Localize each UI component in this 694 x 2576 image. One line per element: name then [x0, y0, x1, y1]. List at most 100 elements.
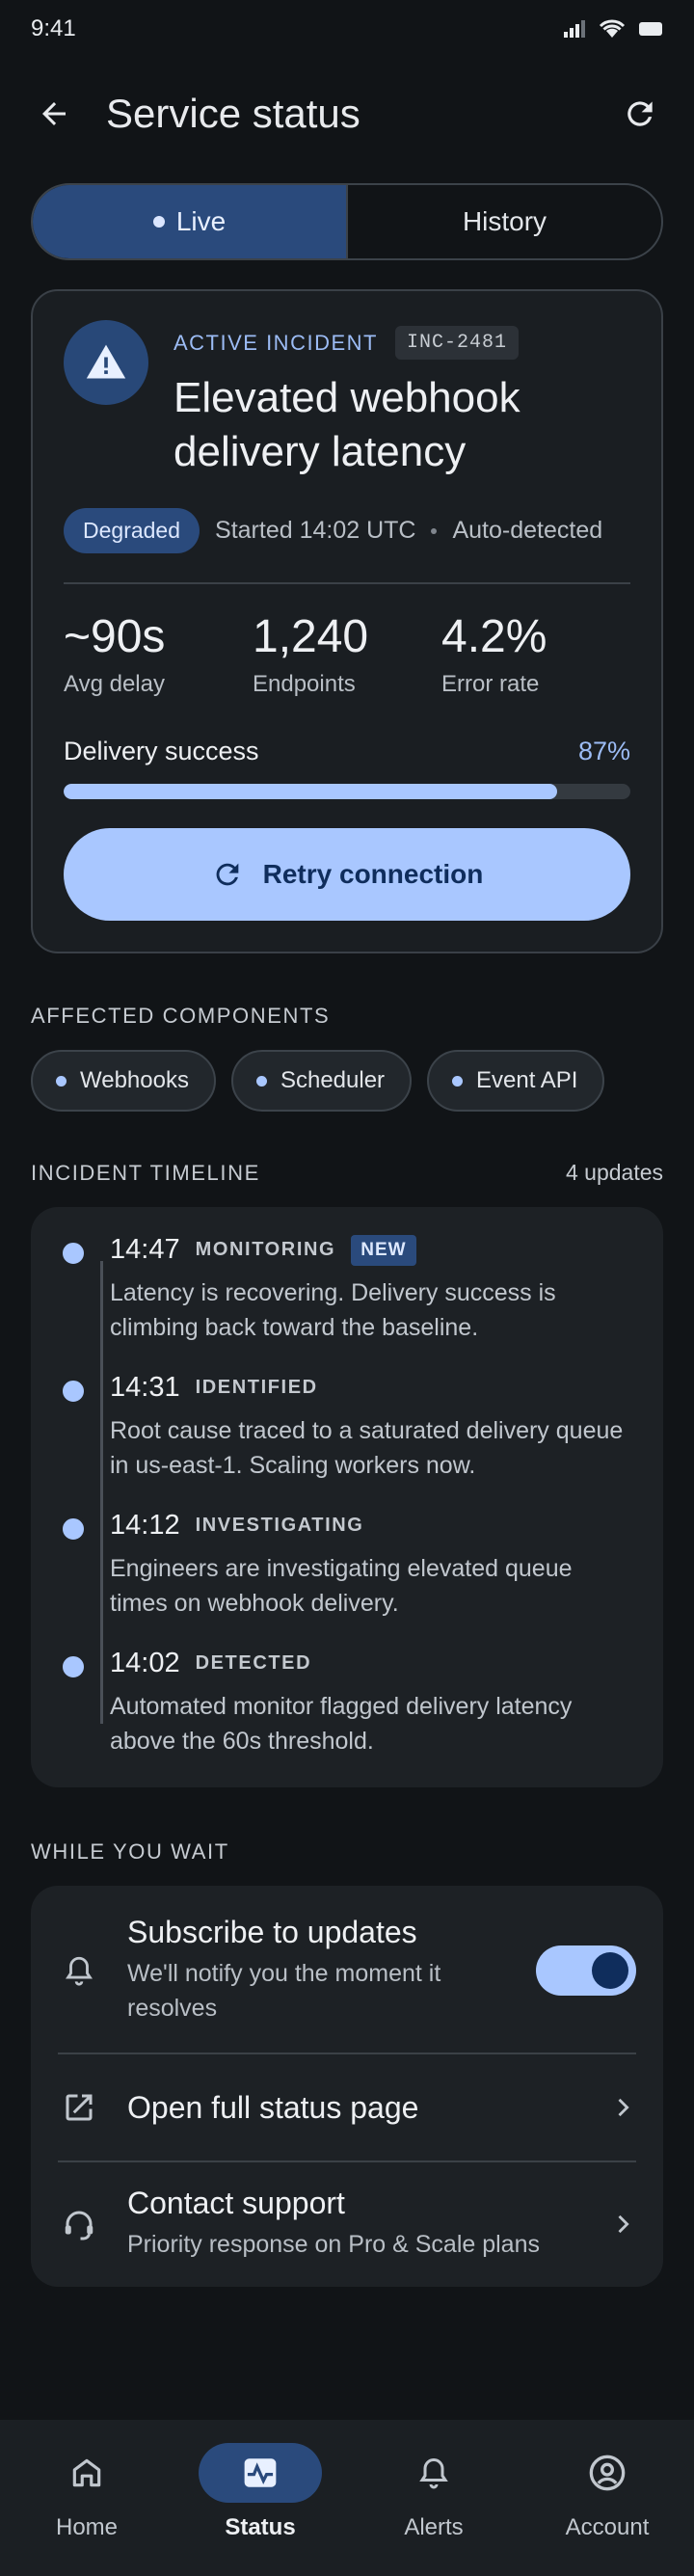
- incident-heading: ACTIVE INCIDENT INC-2481 Elevated webhoo…: [174, 320, 630, 479]
- timeline-text: Engineers are investigating elevated que…: [110, 1555, 573, 1617]
- stat-label: Error rate: [441, 671, 540, 697]
- account-icon: [546, 2443, 669, 2503]
- timeline-entry: 14:47 MONITORING NEW Latency is recoveri…: [60, 1234, 634, 1345]
- stat-avg-delay: ~90s Avg delay: [64, 609, 253, 698]
- timeline-entry-head: 14:02 DETECTED: [110, 1648, 634, 1679]
- timeline-time: 14:47: [110, 1234, 180, 1265]
- back-button[interactable]: [29, 89, 79, 139]
- chevron-right-icon: [618, 2098, 629, 2117]
- view-tabs: Live History: [31, 183, 663, 260]
- stat-value: 1,240: [253, 611, 369, 662]
- wait-card: Subscribe to updates We'll notify you th…: [31, 1886, 663, 2287]
- external-link-icon: [58, 2090, 100, 2125]
- timeline-text: Automated monitor flagged delivery laten…: [110, 1693, 573, 1755]
- timeline-dot-icon: [60, 1516, 87, 1543]
- nav-home[interactable]: Home: [0, 2443, 174, 2576]
- nav-account[interactable]: Account: [520, 2443, 694, 2576]
- subscribe-title: Subscribe to updates: [127, 1915, 417, 1949]
- timeline-dot-icon: [60, 1653, 87, 1680]
- component-chips: Webhooks Scheduler Event API: [0, 1050, 694, 1112]
- stat-endpoints: 1,240 Endpoints: [253, 609, 441, 698]
- incident-header: ACTIVE INCIDENT INC-2481 Elevated webhoo…: [64, 320, 630, 479]
- nav-label: Alerts: [404, 2514, 464, 2540]
- timeline-dot-icon: [60, 1378, 87, 1405]
- subscribe-subtitle: We'll notify you the moment it resolves: [127, 1960, 441, 2022]
- nav-label: Home: [55, 2514, 119, 2540]
- tab-live[interactable]: Live: [33, 185, 346, 258]
- chip-label: Scheduler: [280, 1067, 386, 1093]
- refresh-icon: [216, 863, 238, 886]
- timeline-text: Root cause traced to a saturated deliver…: [110, 1417, 624, 1479]
- status-icons: [563, 18, 663, 40]
- timeline-entry: 14:12 INVESTIGATING Engineers are invest…: [60, 1510, 634, 1621]
- home-icon: [25, 2443, 148, 2503]
- status-page-text: Open full status page: [127, 2090, 582, 2126]
- incident-started: Started 14:02 UTC: [215, 517, 416, 544]
- stat-value: ~90s: [64, 611, 166, 662]
- timeline-entry-body: 14:12 INVESTIGATING Engineers are invest…: [110, 1510, 634, 1621]
- tab-history[interactable]: History: [348, 185, 661, 258]
- component-chip-event-api[interactable]: Event API: [427, 1050, 605, 1112]
- progress-label: Delivery success: [64, 737, 259, 765]
- stat-value: 4.2%: [441, 611, 547, 662]
- timeline-text: Latency is recovering. Delivery success …: [110, 1279, 556, 1341]
- app-bar: Service status: [0, 58, 694, 170]
- tab-history-label: History: [462, 206, 547, 236]
- status-bar: 9:41: [0, 0, 694, 58]
- signal-icon: [564, 20, 585, 38]
- chip-label: Webhooks: [80, 1067, 189, 1093]
- support-subtitle: Priority response on Pro & Scale plans: [127, 2231, 540, 2258]
- timeline-entry-body: 14:02 DETECTED Automated monitor flagged…: [110, 1648, 634, 1758]
- nav-alerts[interactable]: Alerts: [347, 2443, 520, 2576]
- separator-dot: [431, 527, 438, 534]
- incident-source: Auto-detected: [452, 517, 603, 544]
- incident-title: Elevated webhook delivery latency: [174, 374, 520, 475]
- component-chip-scheduler[interactable]: Scheduler: [230, 1050, 413, 1112]
- wait-heading: WHILE YOU WAIT: [31, 1839, 229, 1864]
- nav-label: Account: [565, 2514, 650, 2540]
- wait-header: WHILE YOU WAIT: [0, 1839, 694, 1865]
- page-title: Service status: [106, 91, 360, 136]
- timeline-dot-icon: [60, 1240, 87, 1267]
- retry-label: Retry connection: [262, 859, 484, 889]
- component-chip-webhooks[interactable]: Webhooks: [31, 1050, 216, 1112]
- components-heading: AFFECTED COMPONENTS: [31, 1004, 331, 1028]
- headset-icon: [58, 2207, 100, 2241]
- timeline-count: 4 updates: [565, 1160, 663, 1185]
- timeline-entry-head: 14:47 MONITORING NEW: [110, 1234, 634, 1266]
- arrow-left-icon: [42, 102, 66, 125]
- support-row[interactable]: Contact support Priority response on Pro…: [58, 2160, 636, 2287]
- status-dot-icon: [452, 1075, 464, 1087]
- progress-fill: [64, 784, 557, 799]
- nav-status[interactable]: Status: [174, 2443, 347, 2576]
- subscribe-toggle[interactable]: [536, 1945, 636, 1996]
- retry-connection-button[interactable]: Retry connection: [64, 828, 630, 921]
- bell-icon: [58, 1953, 100, 1988]
- status-dot-icon: [255, 1075, 267, 1087]
- bottom-nav: Home Status Alerts Account: [0, 2420, 694, 2576]
- delivery-progress-bar: [64, 784, 630, 799]
- status-page-row[interactable]: Open full status page: [58, 2053, 636, 2160]
- warning-badge: [64, 320, 148, 405]
- chip-label: Event API: [476, 1067, 578, 1093]
- stat-label: Avg delay: [64, 671, 165, 697]
- subscribe-row[interactable]: Subscribe to updates We'll notify you th…: [58, 1886, 636, 2053]
- stat-error-rate: 4.2% Error rate: [441, 609, 630, 698]
- delivery-progress-header: Delivery success 87%: [64, 737, 630, 766]
- status-dot-icon: [56, 1075, 67, 1087]
- timeline-time: 14:12: [110, 1510, 180, 1541]
- incident-card: ACTIVE INCIDENT INC-2481 Elevated webhoo…: [31, 289, 663, 953]
- timeline-stage: IDENTIFIED: [195, 1377, 318, 1398]
- status-page-title: Open full status page: [127, 2089, 419, 2125]
- toggle-knob: [592, 1951, 628, 1989]
- live-dot-icon: [152, 216, 165, 228]
- components-header: AFFECTED COMPONENTS: [0, 1004, 694, 1029]
- nav-label: Status: [225, 2514, 296, 2540]
- battery-icon: [639, 22, 662, 36]
- divider: [64, 582, 630, 584]
- refresh-button[interactable]: [615, 89, 665, 139]
- severity-badge: Degraded: [64, 508, 200, 553]
- chevron-right-icon: [618, 2214, 629, 2233]
- incident-status-row: Degraded Started 14:02 UTC Auto-detected: [64, 508, 630, 553]
- bell-icon: [372, 2443, 495, 2503]
